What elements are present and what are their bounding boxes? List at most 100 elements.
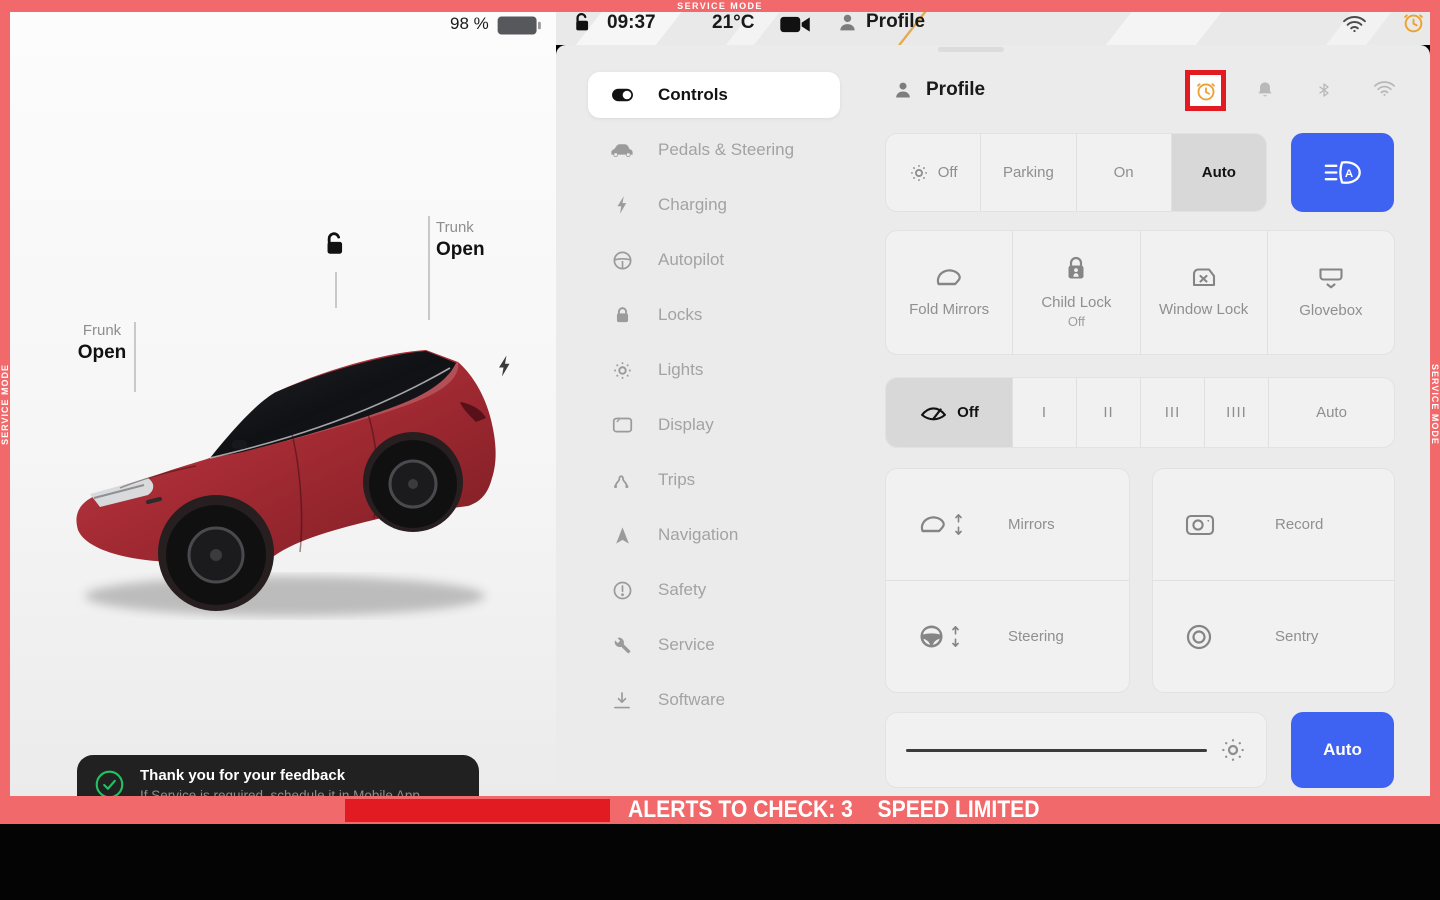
service-mode-left-label: SERVICE MODE (0, 364, 10, 445)
tesla-service-mode-screen: SERVICE MODE SERVICE MODE SERVICE MODE 9… (0, 0, 1440, 900)
trunk-callout-line (428, 216, 430, 320)
brightness-sun-icon (1220, 737, 1246, 763)
menu-label: Pedals & Steering (658, 140, 794, 160)
auto-button-label: Auto (1323, 740, 1362, 760)
segment-label: On (1114, 164, 1134, 181)
quick-label: Window Lock (1154, 301, 1254, 320)
light-off-icon (909, 163, 929, 183)
toggle-icon (610, 88, 634, 102)
quick-label: Glovebox (1281, 302, 1381, 321)
menu-item-locks[interactable]: Locks (588, 292, 840, 338)
record-button[interactable]: Record (1153, 469, 1394, 581)
menu-label: Autopilot (658, 250, 724, 270)
car-side-icon (610, 142, 634, 159)
wiper-speed-2-segment[interactable]: II (1077, 378, 1141, 447)
menu-label: Trips (658, 470, 695, 490)
profile-person-icon[interactable] (837, 12, 858, 33)
menu-item-service[interactable]: Service (588, 622, 840, 668)
frunk-label: Frunk (70, 322, 134, 339)
route-icon (610, 470, 634, 490)
display-icon (610, 416, 634, 434)
fold-mirrors-button[interactable]: Fold Mirrors (886, 231, 1013, 354)
cabin-camera-icon[interactable] (780, 15, 811, 34)
quick-label: Child Lock (1026, 294, 1126, 313)
svg-text:A: A (1344, 168, 1352, 180)
outside-temperature: 21°C (712, 12, 754, 34)
headlight-beam-icon: A (1322, 158, 1364, 187)
mirrors-adjust-button[interactable]: Mirrors (886, 469, 1129, 581)
wifi-icon[interactable] (1373, 79, 1396, 97)
menu-item-safety[interactable]: Safety (588, 567, 840, 613)
menu-label: Controls (658, 85, 728, 105)
alerts-count-text: ALERTS TO CHECK: 3 (628, 796, 853, 824)
menu-label: Locks (658, 305, 702, 325)
unlocked-icon[interactable] (570, 12, 593, 33)
menu-item-charging[interactable]: Charging (588, 182, 840, 228)
headlight-parking-segment[interactable]: Parking (981, 134, 1076, 211)
menu-item-autopilot[interactable]: Autopilot (588, 237, 840, 283)
brightness-slider-track[interactable] (906, 749, 1207, 752)
wiper-icon (919, 402, 948, 423)
segment-label: Off (957, 404, 979, 421)
wiper-speed-3-segment[interactable]: III (1141, 378, 1205, 447)
scheduled-alert-highlight[interactable] (1185, 70, 1226, 111)
up-down-arrows-icon (953, 512, 964, 537)
brightness-slider-card[interactable] (885, 712, 1267, 788)
brightness-auto-button[interactable]: Auto (1291, 712, 1394, 788)
menu-item-pedals-steering[interactable]: Pedals & Steering (588, 127, 840, 173)
charge-port-bolt-icon[interactable] (496, 353, 514, 379)
alarm-clock-status-icon[interactable] (1402, 11, 1425, 34)
menu-item-trips[interactable]: Trips (588, 457, 840, 503)
segment-label: I (1042, 404, 1047, 421)
headlight-auto-segment[interactable]: Auto (1172, 134, 1266, 211)
menu-item-controls[interactable]: Controls (588, 72, 840, 118)
padlock-icon (610, 305, 634, 325)
bluetooth-icon[interactable] (1316, 79, 1332, 101)
window-lock-button[interactable]: Window Lock (1141, 231, 1268, 354)
wiper-speed-4-segment[interactable]: IIII (1205, 378, 1269, 447)
status-strip-background (556, 12, 1430, 45)
alarm-clock-icon (1190, 75, 1221, 106)
speed-limited-text: SPEED LIMITED (878, 796, 1040, 824)
segment-label: II (1103, 404, 1113, 421)
wiper-speed-1-segment[interactable]: I (1013, 378, 1077, 447)
lightning-icon (610, 195, 634, 215)
settings-menu: Controls Pedals & Steering Charging Auto… (588, 72, 840, 732)
sentry-button[interactable]: Sentry (1153, 581, 1394, 692)
adjust-label: Record (1275, 516, 1323, 533)
menu-item-display[interactable]: Display (588, 402, 840, 448)
frunk-open-button[interactable]: Open (70, 342, 134, 364)
wrench-icon (610, 636, 634, 655)
sentry-icon (1185, 623, 1251, 651)
wiper-off-segment[interactable]: Off (886, 378, 1013, 447)
headlight-off-segment[interactable]: Off (886, 134, 981, 211)
alerts-banner[interactable]: ALERTS TO CHECK: 3 SPEED LIMITED (0, 796, 1440, 824)
status-profile-label[interactable]: Profile (866, 11, 925, 33)
lock-callout-line (335, 272, 337, 308)
auto-highbeam-button[interactable]: A (1291, 133, 1394, 212)
battery-percent: 98 % (450, 14, 489, 34)
steering-adjust-button[interactable]: Steering (886, 581, 1129, 692)
record-sentry-card: Record Sentry (1152, 468, 1395, 693)
panel-drag-handle[interactable] (938, 47, 1004, 52)
quick-label: Fold Mirrors (899, 301, 999, 320)
menu-item-software[interactable]: Software (588, 677, 840, 723)
notifications-bell-icon[interactable] (1255, 79, 1275, 101)
banner-progress-block (345, 799, 610, 822)
wiper-auto-segment[interactable]: Auto (1269, 378, 1394, 447)
segment-label: IIII (1226, 404, 1247, 421)
car-unlocked-icon[interactable] (320, 231, 348, 257)
mirror-icon (934, 266, 964, 289)
child-lock-button[interactable]: Child Lock Off (1013, 231, 1140, 354)
service-mode-right-strip: SERVICE MODE (1430, 12, 1440, 796)
menu-item-lights[interactable]: Lights (588, 347, 840, 393)
mirror-steering-card: Mirrors Steering (885, 468, 1130, 693)
menu-item-navigation[interactable]: Navigation (588, 512, 840, 558)
steering-adjust-icon (918, 623, 984, 650)
trunk-open-button[interactable]: Open (436, 239, 485, 261)
adjust-label: Mirrors (1008, 516, 1055, 533)
segment-label: Parking (1003, 164, 1054, 181)
wifi-status-icon[interactable] (1342, 14, 1367, 33)
headlight-on-segment[interactable]: On (1077, 134, 1172, 211)
glovebox-button[interactable]: Glovebox (1268, 231, 1394, 354)
